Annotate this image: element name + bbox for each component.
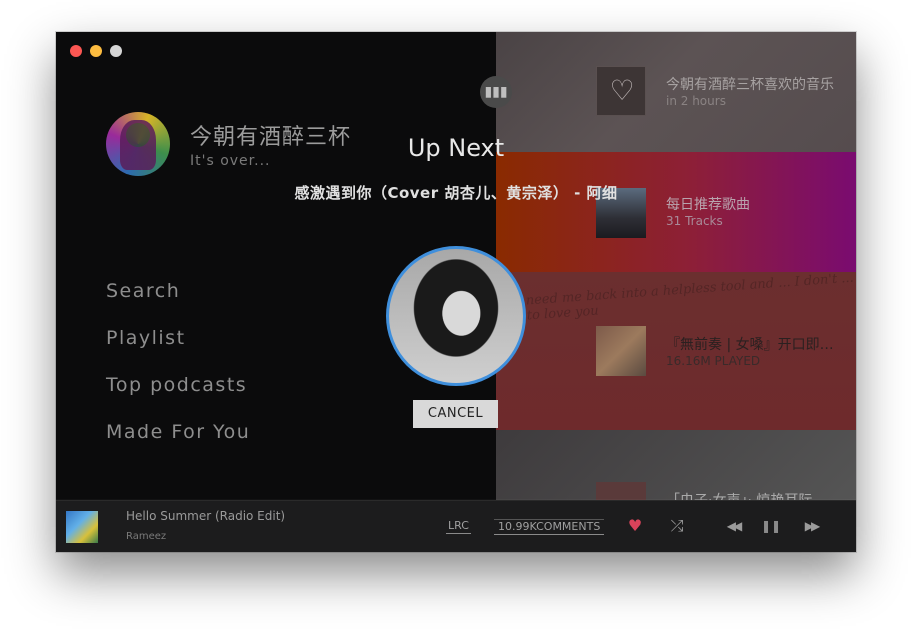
track-artist[interactable]: Rameez xyxy=(126,531,166,542)
playlist-subtitle: in 2 hours xyxy=(666,94,726,108)
playlist-card-featured[interactable]: need me back into a helpless tool and ..… xyxy=(496,272,856,430)
maximize-window-button[interactable] xyxy=(110,45,122,57)
track-title[interactable]: Hello Summer (Radio Edit) xyxy=(126,509,285,523)
heart-filled-icon[interactable]: ♥ xyxy=(624,515,646,537)
player-bar: Hello Summer (Radio Edit) Rameez LRC 10.… xyxy=(56,500,856,552)
avatar[interactable] xyxy=(106,112,170,176)
previous-track-icon[interactable]: ◀◀ xyxy=(722,515,744,537)
playlist-subtitle: 31 Tracks xyxy=(666,214,723,228)
window-controls xyxy=(70,45,122,57)
equalizer-icon[interactable]: ▮▮▮ xyxy=(480,76,512,108)
lyrics-button[interactable]: LRC xyxy=(446,519,471,534)
up-next-song: 感激遇到你（Cover 胡杏儿、黄宗泽） - 阿细 xyxy=(294,184,618,202)
user-profile[interactable]: 今朝有酒醉三杯 It's over... xyxy=(106,112,351,176)
playlist-thumbnail xyxy=(596,482,646,500)
playlist-cards-pane: ♡ 今朝有酒醉三杯喜欢的音乐 in 2 hours 每日推荐歌曲 31 Trac… xyxy=(496,32,856,500)
app-window: 今朝有酒醉三杯 It's over... Search Playlist Top… xyxy=(56,32,856,552)
playlist-title: 『無前奏 | 女嗓』开口即跪 ... xyxy=(666,337,846,353)
playlist-card-daily[interactable]: 每日推荐歌曲 31 Tracks xyxy=(496,152,856,272)
playlist-title: 「虫子·女声」· 惊艳耳际 xyxy=(666,490,846,500)
profile-status: It's over... xyxy=(190,153,271,169)
menu-item-search[interactable]: Search xyxy=(106,277,250,324)
playlist-card-partial[interactable]: 「虫子·女声」· 惊艳耳际 xyxy=(496,430,856,500)
comments-button[interactable]: 10.99KCOMMENTS xyxy=(494,519,605,535)
up-next-title: Up Next xyxy=(407,134,505,162)
menu-item-top-podcasts[interactable]: Top podcasts xyxy=(106,371,250,418)
minimize-window-button[interactable] xyxy=(90,45,102,57)
playlist-subtitle: 16.16M PLAYED xyxy=(666,354,761,368)
cancel-button[interactable]: CANCEL xyxy=(413,400,498,428)
playlist-thumbnail: ♡ xyxy=(596,66,646,116)
heart-outline-icon: ♡ xyxy=(609,74,635,107)
menu-item-playlist[interactable]: Playlist xyxy=(106,324,250,371)
close-window-button[interactable] xyxy=(70,45,82,57)
shuffle-icon[interactable]: ⤮ xyxy=(666,515,688,537)
next-track-icon[interactable]: ▶▶ xyxy=(800,515,822,537)
up-next-cover-art[interactable] xyxy=(386,246,526,386)
main-menu: Search Playlist Top podcasts Made For Yo… xyxy=(106,277,250,465)
playlist-thumbnail xyxy=(596,326,646,376)
album-art[interactable] xyxy=(66,511,98,543)
playlist-title: 今朝有酒醉三杯喜欢的音乐 xyxy=(666,77,834,93)
pause-icon[interactable]: ❚❚ xyxy=(760,515,782,537)
profile-name: 今朝有酒醉三杯 xyxy=(190,125,352,150)
menu-item-made-for-you[interactable]: Made For You xyxy=(106,418,250,465)
